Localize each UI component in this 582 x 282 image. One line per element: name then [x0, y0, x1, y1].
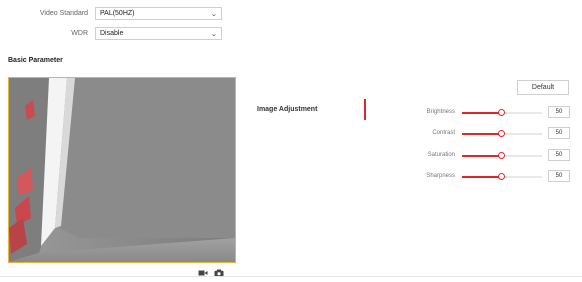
video-preview [8, 77, 236, 263]
brightness-fill [462, 112, 502, 114]
contrast-label: Contrast [432, 130, 455, 136]
sharpness-value[interactable]: 50 [548, 170, 570, 182]
wdr-select[interactable]: Disable ⌄ [95, 27, 222, 40]
saturation-thumb[interactable] [498, 152, 505, 159]
wdr-label: WDR [71, 30, 88, 37]
image-adjustment-title: Image Adjustment [257, 106, 318, 113]
brightness-value[interactable]: 50 [548, 106, 570, 118]
video-standard-select[interactable]: PAL(50HZ) ⌄ [95, 7, 222, 20]
saturation-value[interactable]: 50 [548, 149, 570, 161]
brightness-thumb[interactable] [498, 109, 505, 116]
video-camera-icon[interactable] [198, 264, 208, 282]
contrast-thumb[interactable] [498, 130, 505, 137]
sharpness-thumb[interactable] [498, 173, 505, 180]
section-divider [364, 99, 366, 120]
default-button[interactable]: Default [517, 80, 569, 95]
camera-icon[interactable] [214, 264, 224, 282]
section-title: Basic Parameter [8, 57, 63, 64]
brightness-label: Brightness [426, 109, 455, 115]
video-frame [9, 78, 235, 262]
saturation-fill [462, 155, 502, 157]
chevron-down-icon: ⌄ [210, 10, 218, 18]
sharpness-fill [462, 176, 502, 178]
chevron-down-icon: ⌄ [210, 30, 218, 38]
video-standard-label: Video Standard [39, 10, 88, 17]
sharpness-label: Sharpness [426, 173, 455, 179]
wdr-value: Disable [100, 30, 124, 37]
video-standard-value: PAL(50HZ) [100, 10, 135, 17]
saturation-label: Saturation [427, 152, 455, 158]
contrast-value[interactable]: 50 [548, 127, 570, 139]
bottom-divider [0, 276, 582, 277]
contrast-fill [462, 133, 502, 135]
